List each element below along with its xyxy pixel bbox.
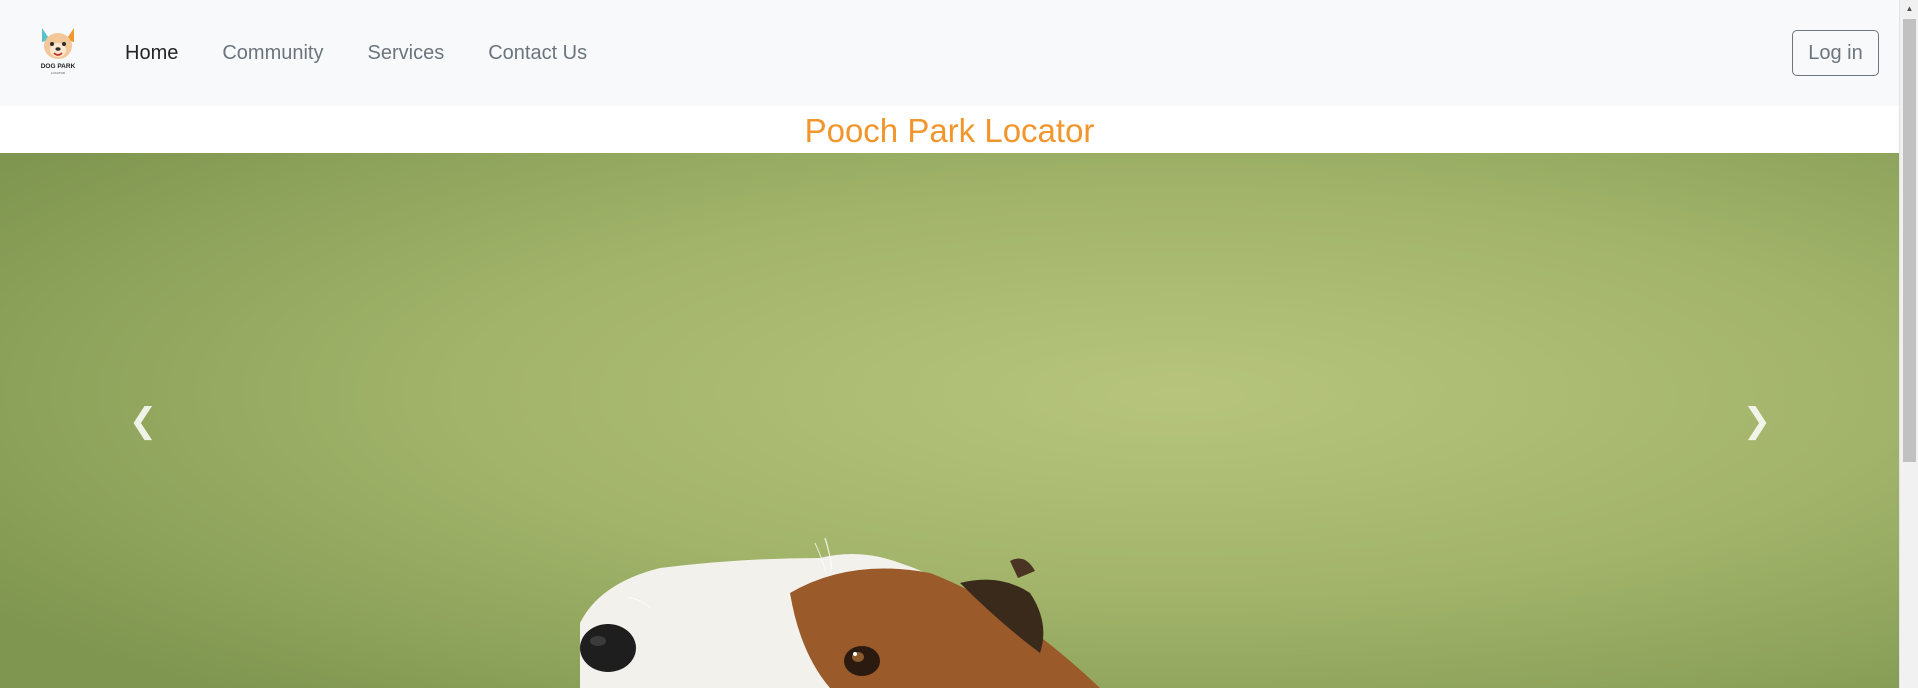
chevron-left-icon: ❮ [128,401,158,440]
nav-link-services[interactable]: Services [368,43,445,63]
svg-text:DOG PARK: DOG PARK [41,63,76,70]
dog-logo-icon: DOG PARK LOCATOR [41,28,76,75]
title-strip: Pooch Park Locator [0,106,1899,153]
scroll-up-arrow-icon[interactable]: ▲ [1900,0,1918,17]
scrollbar-thumb[interactable] [1903,19,1916,462]
page-title: Pooch Park Locator [804,112,1095,149]
svg-text:LOCATOR: LOCATOR [51,71,66,75]
carousel-next-button[interactable]: ❯ [1697,153,1817,688]
nav-link-community[interactable]: Community [222,43,323,63]
vertical-scrollbar[interactable]: ▲ [1899,0,1918,688]
navbar: DOG PARK LOCATOR Home Community Services… [0,0,1899,106]
brand-logo[interactable]: DOG PARK LOCATOR [36,24,80,76]
page: DOG PARK LOCATOR Home Community Services… [0,0,1918,688]
chevron-right-icon: ❯ [1742,401,1772,440]
hero-carousel: ❮ ❯ [0,153,1899,688]
nav-link-contact-us[interactable]: Contact Us [488,43,587,63]
login-button[interactable]: Log in [1792,30,1879,76]
beagle-photo [0,153,1899,688]
nav-link-home[interactable]: Home [125,43,178,63]
carousel-prev-button[interactable]: ❮ [83,153,203,688]
nav-links: Home Community Services Contact Us [125,0,631,106]
